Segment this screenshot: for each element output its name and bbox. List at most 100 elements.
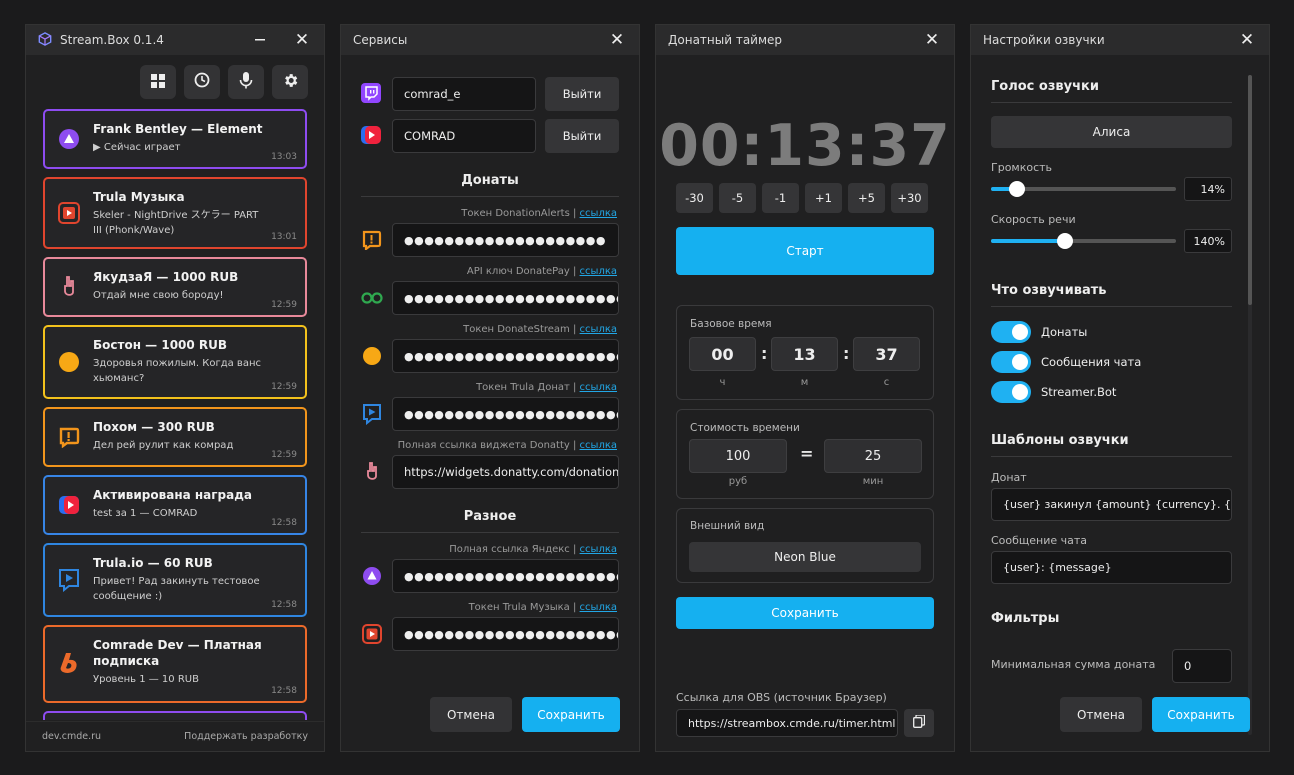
app-logo-icon (38, 32, 54, 48)
scrollbar-thumb[interactable] (1248, 75, 1252, 305)
equals-sign: = (800, 444, 814, 463)
donatty-url-field[interactable]: https://widgets.donatty.com/donations (392, 455, 619, 489)
streambox-main-window: Stream.Box 0.1.4 ✕ Frank Bentley — Eleme… (25, 24, 325, 752)
close-button[interactable]: ✕ (607, 30, 627, 50)
token-link[interactable]: ссылка (580, 324, 617, 335)
dashboard-button[interactable] (140, 65, 176, 99)
twitch-logout-button[interactable]: Выйти (545, 77, 619, 111)
appearance-select[interactable]: Neon Blue (689, 542, 921, 572)
services-window: Сервисы ✕ comrad_e Выйти COMRAD Выйти До… (340, 24, 640, 752)
timer-button[interactable] (184, 65, 220, 99)
dev-link[interactable]: dev.cmde.ru (42, 731, 101, 742)
minus-5-button[interactable]: -5 (719, 183, 756, 213)
min-unit: мин (862, 476, 884, 487)
cancel-button[interactable]: Отмена (1060, 697, 1142, 732)
close-button[interactable]: ✕ (1237, 30, 1257, 50)
cancel-button[interactable]: Отмена (430, 697, 512, 732)
minutes-input[interactable]: 13 (771, 337, 838, 371)
minutes-cost-input[interactable]: 25 (824, 439, 922, 473)
event-card[interactable] (43, 711, 307, 720)
token-link[interactable]: ссылка (580, 544, 617, 555)
microphone-icon (239, 71, 253, 93)
close-button[interactable]: ✕ (292, 30, 312, 50)
donatty-icon (57, 275, 81, 299)
donation-timer-window: Донатный таймер ✕ 00:13:37 -30 -5 -1 +1 … (655, 24, 955, 752)
seconds-input[interactable]: 37 (853, 337, 920, 371)
obs-url-field[interactable]: https://streambox.cmde.ru/timer.html (676, 709, 898, 737)
yandex-url-field[interactable]: ●●●●●●●●●●●●●●●●●●●●●●●●●●● (392, 559, 619, 593)
event-feed[interactable]: Frank Bentley — Element ▶ Сейчас играет … (43, 109, 307, 720)
rub-input[interactable]: 100 (689, 439, 787, 473)
clock-icon (194, 72, 210, 92)
plus-5-button[interactable]: +5 (848, 183, 885, 213)
token-label: API ключ DonatePay | ссылка (466, 266, 617, 277)
donation-template-field[interactable]: {user} закинул {amount} {currency}. {mes… (991, 488, 1232, 521)
title-bar: Сервисы ✕ (341, 25, 639, 55)
minus-1-button[interactable]: -1 (762, 183, 799, 213)
plus-30-button[interactable]: +30 (891, 183, 928, 213)
base-time-panel: Базовое время 00 : 13 : 37 ч м с (676, 305, 934, 400)
speed-slider[interactable] (991, 233, 1176, 249)
scrollbar[interactable] (1248, 75, 1252, 735)
trula-music-token-field[interactable]: ●●●●●●●●●●●●●●●●●●●●●●●●●●● (392, 617, 619, 651)
slider-knob[interactable] (1057, 233, 1073, 249)
donations-toggle[interactable] (991, 321, 1031, 343)
volume-slider[interactable] (991, 181, 1176, 197)
token-link[interactable]: ссылка (580, 602, 617, 613)
voice-select[interactable]: Алиса (991, 116, 1232, 148)
vkplay-logout-button[interactable]: Выйти (545, 119, 619, 153)
donationalerts-icon (57, 425, 81, 449)
minimize-button[interactable] (250, 30, 270, 50)
streamerbot-toggle[interactable] (991, 381, 1031, 403)
donationalerts-token-field[interactable]: ●●●●●●●●●●●●●●●●●●●● (392, 223, 619, 257)
voice-section-title: Голос озвучки (991, 79, 1232, 103)
vkplay-username-field[interactable]: COMRAD (392, 119, 536, 153)
token-row: https://widgets.donatty.com/donations (361, 455, 619, 489)
save-button[interactable]: Сохранить (1152, 697, 1250, 732)
slider-knob[interactable] (1008, 181, 1025, 197)
token-link[interactable]: ссылка (580, 266, 617, 277)
token-link[interactable]: ссылка (580, 208, 617, 219)
volume-value[interactable]: 14% (1184, 177, 1232, 201)
trula-icon (57, 568, 81, 592)
event-card[interactable]: Comrade Dev — Платная подписка Уровень 1… (43, 625, 307, 703)
speed-value[interactable]: 140% (1184, 229, 1232, 253)
event-card[interactable]: Frank Bentley — Element ▶ Сейчас играет … (43, 109, 307, 169)
support-link[interactable]: Поддержать разработку (184, 731, 308, 742)
chat-template-field[interactable]: {user}: {message} (991, 551, 1232, 584)
event-subtitle: ▶ Сейчас играет (93, 142, 181, 153)
save-button[interactable]: Сохранить (676, 597, 934, 629)
event-card[interactable]: Бостон — 1000 RUB Здоровья пожилым. Когд… (43, 325, 307, 399)
donatepay-token-field[interactable]: ●●●●●●●●●●●●●●●●●●●●●●●●●●● (392, 281, 619, 315)
event-card[interactable]: Похом — 300 RUB Дел рей рулит как комрад… (43, 407, 307, 467)
event-card[interactable]: Активирована награда test за 1 — COMRAD … (43, 475, 307, 535)
tts-button[interactable] (228, 65, 264, 99)
minus-30-button[interactable]: -30 (676, 183, 713, 213)
settings-button[interactable] (272, 65, 308, 99)
trula-token-field[interactable]: ●●●●●●●●●●●●●●●●●●●●●●●●●●● (392, 397, 619, 431)
plus-1-button[interactable]: +1 (805, 183, 842, 213)
save-button[interactable]: Сохранить (522, 697, 620, 732)
donatepay-icon (361, 287, 383, 309)
event-card[interactable]: Trula Музыка Skeler - NightDrive スケラー PA… (43, 177, 307, 249)
event-subtitle: Отдай мне свою бороду! (93, 290, 224, 301)
hours-input[interactable]: 00 (689, 337, 756, 371)
copy-button[interactable] (904, 709, 934, 737)
chat-toggle[interactable] (991, 351, 1031, 373)
templates-section-title: Шаблоны озвучки (991, 433, 1232, 457)
token-link[interactable]: ссылка (580, 382, 617, 393)
donations-toggle-label: Донаты (1041, 325, 1088, 339)
token-link[interactable]: ссылка (580, 440, 617, 451)
event-card[interactable]: ЯкудзаЯ — 1000 RUB Отдай мне свою бороду… (43, 257, 307, 317)
min-sum-field[interactable]: 0 (1172, 649, 1232, 683)
twitch-username-field[interactable]: comrad_e (392, 77, 536, 111)
misc-section-title: Разное (361, 509, 619, 533)
chat-toggle-label: Сообщения чата (1041, 355, 1142, 369)
donatestream-token-field[interactable]: ●●●●●●●●●●●●●●●●●●●●●●●●●●● (392, 339, 619, 373)
close-button[interactable]: ✕ (922, 30, 942, 50)
event-time: 12:59 (271, 382, 297, 392)
event-time: 13:01 (271, 232, 297, 242)
vk-play-icon (361, 125, 383, 147)
event-card[interactable]: Trula.io — 60 RUB Привет! Рад закинуть т… (43, 543, 307, 617)
start-button[interactable]: Старт (676, 227, 934, 275)
